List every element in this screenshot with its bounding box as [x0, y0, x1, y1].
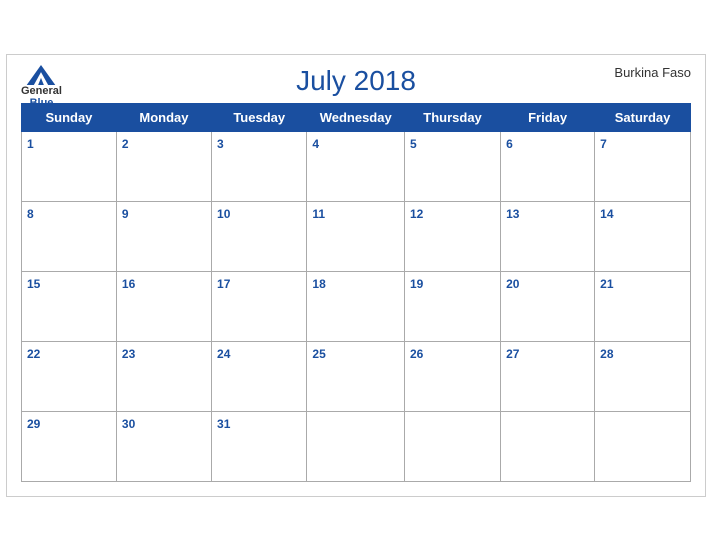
day-number: 8	[27, 207, 34, 221]
day-number: 10	[217, 207, 230, 221]
calendar-day-cell	[501, 411, 595, 481]
header-saturday: Saturday	[595, 103, 691, 131]
calendar-day-cell: 14	[595, 201, 691, 271]
calendar-week-row: 29 30 31	[22, 411, 691, 481]
country-label: Burkina Faso	[614, 65, 691, 80]
calendar-week-row: 15 16 17 18 19 20 21	[22, 271, 691, 341]
day-number: 5	[410, 137, 417, 151]
day-number: 11	[312, 207, 325, 221]
calendar-day-cell: 16	[116, 271, 211, 341]
weekday-header-row: Sunday Monday Tuesday Wednesday Thursday…	[22, 103, 691, 131]
day-number: 16	[122, 277, 135, 291]
calendar-day-cell: 24	[212, 341, 307, 411]
calendar-day-cell	[404, 411, 500, 481]
calendar-day-cell	[595, 411, 691, 481]
calendar-day-cell: 1	[22, 131, 117, 201]
calendar-day-cell: 3	[212, 131, 307, 201]
calendar-container: General Blue July 2018 Burkina Faso Sund…	[6, 54, 706, 497]
day-number: 12	[410, 207, 423, 221]
logo-icon	[26, 65, 56, 85]
day-number: 27	[506, 347, 519, 361]
calendar-day-cell: 22	[22, 341, 117, 411]
calendar-day-cell: 29	[22, 411, 117, 481]
day-number: 18	[312, 277, 325, 291]
calendar-day-cell: 8	[22, 201, 117, 271]
day-number: 1	[27, 137, 34, 151]
calendar-day-cell: 23	[116, 341, 211, 411]
header-thursday: Thursday	[404, 103, 500, 131]
calendar-day-cell: 18	[307, 271, 405, 341]
calendar-week-row: 1 2 3 4 5 6 7	[22, 131, 691, 201]
logo-blue: Blue	[30, 97, 54, 109]
calendar-week-row: 8 9 10 11 12 13 14	[22, 201, 691, 271]
calendar-day-cell: 15	[22, 271, 117, 341]
day-number: 6	[506, 137, 513, 151]
day-number: 23	[122, 347, 135, 361]
calendar-day-cell: 13	[501, 201, 595, 271]
calendar-day-cell: 10	[212, 201, 307, 271]
calendar-day-cell: 2	[116, 131, 211, 201]
header-monday: Monday	[116, 103, 211, 131]
calendar-day-cell: 19	[404, 271, 500, 341]
day-number: 7	[600, 137, 607, 151]
calendar-day-cell: 5	[404, 131, 500, 201]
calendar-day-cell: 25	[307, 341, 405, 411]
header-tuesday: Tuesday	[212, 103, 307, 131]
day-number: 17	[217, 277, 230, 291]
calendar-day-cell: 6	[501, 131, 595, 201]
calendar-day-cell: 31	[212, 411, 307, 481]
calendar-day-cell: 30	[116, 411, 211, 481]
calendar-day-cell: 28	[595, 341, 691, 411]
day-number: 24	[217, 347, 230, 361]
calendar-day-cell: 12	[404, 201, 500, 271]
calendar-day-cell: 20	[501, 271, 595, 341]
calendar-day-cell	[307, 411, 405, 481]
month-title: July 2018	[296, 65, 416, 97]
calendar-week-row: 22 23 24 25 26 27 28	[22, 341, 691, 411]
header-wednesday: Wednesday	[307, 103, 405, 131]
calendar-day-cell: 7	[595, 131, 691, 201]
calendar-day-cell: 21	[595, 271, 691, 341]
day-number: 3	[217, 137, 224, 151]
calendar-day-cell: 4	[307, 131, 405, 201]
day-number: 25	[312, 347, 325, 361]
day-number: 4	[312, 137, 319, 151]
calendar-day-cell: 17	[212, 271, 307, 341]
logo-general: General	[21, 85, 62, 97]
calendar-day-cell: 11	[307, 201, 405, 271]
day-number: 30	[122, 417, 135, 431]
day-number: 19	[410, 277, 423, 291]
day-number: 9	[122, 207, 129, 221]
logo-area: General Blue	[21, 65, 62, 109]
day-number: 26	[410, 347, 423, 361]
calendar-table: Sunday Monday Tuesday Wednesday Thursday…	[21, 103, 691, 482]
day-number: 21	[600, 277, 613, 291]
day-number: 13	[506, 207, 519, 221]
calendar-day-cell: 9	[116, 201, 211, 271]
calendar-day-cell: 27	[501, 341, 595, 411]
day-number: 2	[122, 137, 129, 151]
calendar-header: General Blue July 2018 Burkina Faso	[21, 65, 691, 97]
header-friday: Friday	[501, 103, 595, 131]
calendar-body: 1234567891011121314151617181920212223242…	[22, 131, 691, 481]
day-number: 28	[600, 347, 613, 361]
day-number: 29	[27, 417, 40, 431]
day-number: 14	[600, 207, 613, 221]
day-number: 31	[217, 417, 230, 431]
day-number: 15	[27, 277, 40, 291]
day-number: 22	[27, 347, 40, 361]
day-number: 20	[506, 277, 519, 291]
calendar-day-cell: 26	[404, 341, 500, 411]
